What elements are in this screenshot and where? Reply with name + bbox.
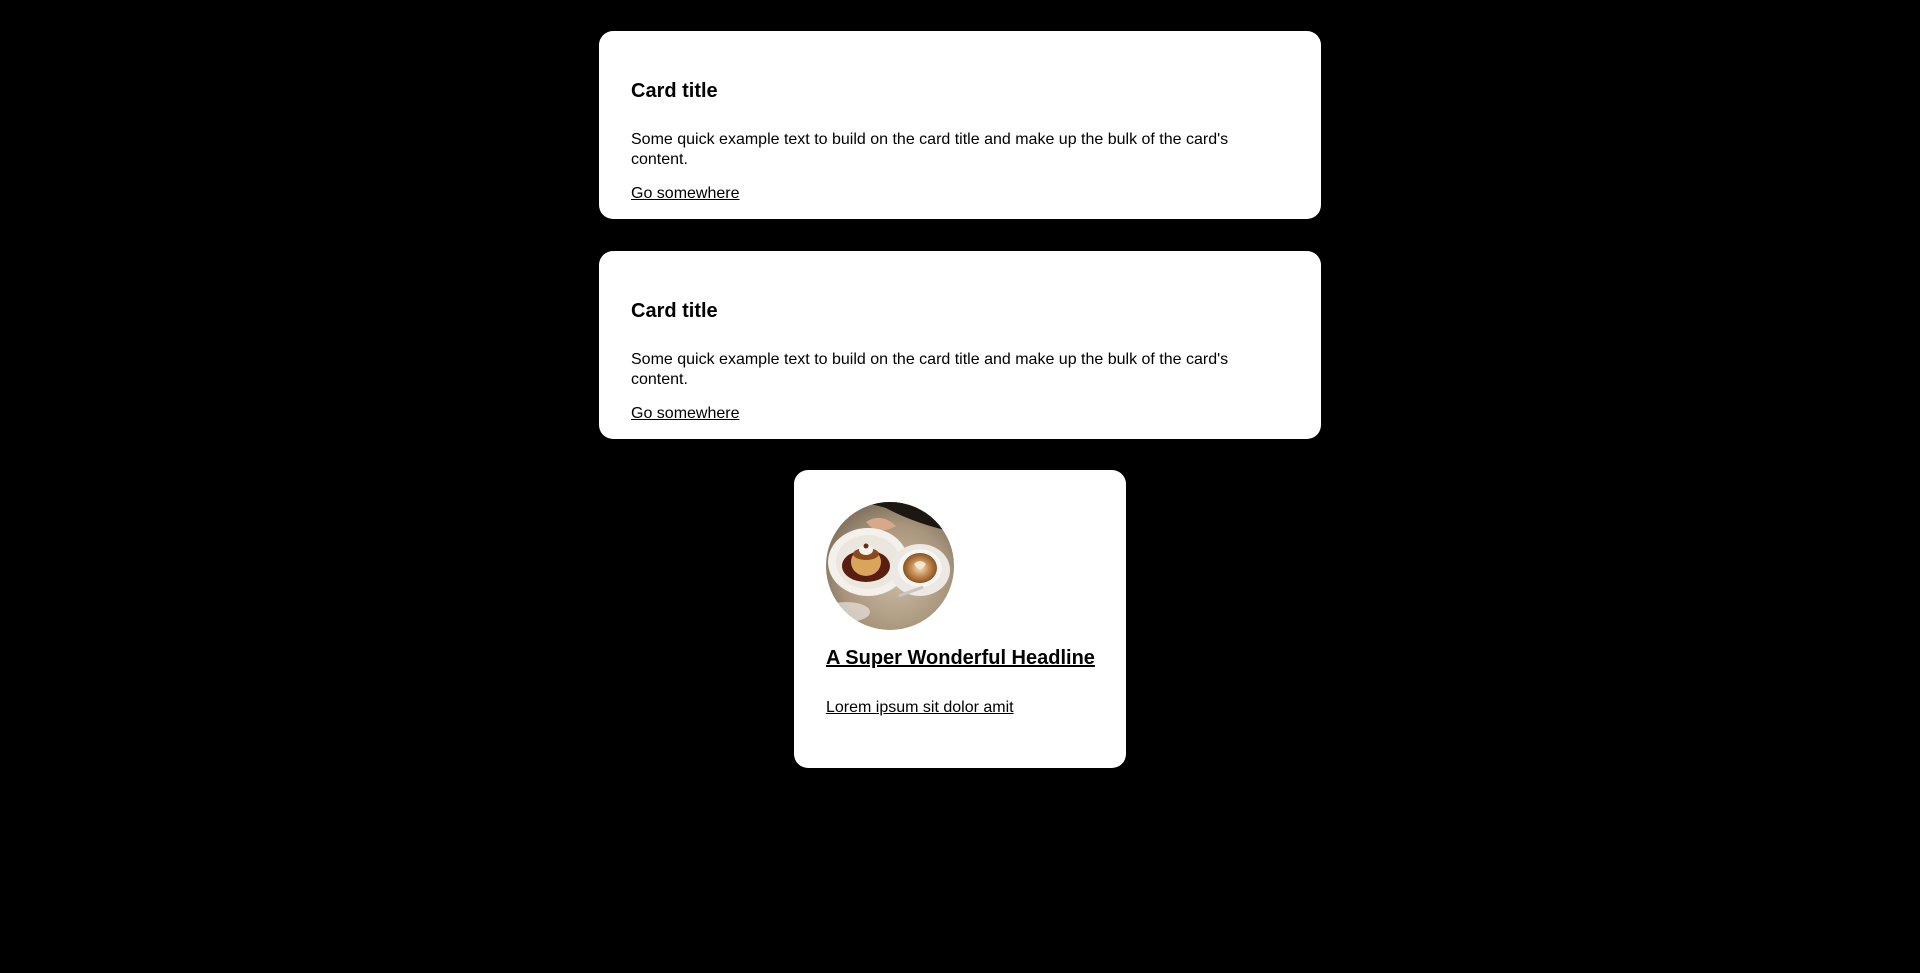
card-text: Some quick example text to build on the …	[631, 351, 1229, 388]
avatar-image	[826, 502, 954, 630]
headline-link[interactable]: A Super Wonderful Headline	[826, 644, 1095, 672]
card: Card title Some quick example text to bu…	[599, 251, 1321, 439]
card-text: Some quick example text to build on the …	[631, 131, 1229, 168]
card-title: Card title	[631, 300, 718, 322]
card-title: Card title	[631, 80, 718, 102]
card: Card title Some quick example text to bu…	[599, 31, 1321, 219]
coffee-dessert-photo	[826, 502, 954, 630]
page: Card title Some quick example text to bu…	[0, 0, 1920, 973]
subtext-link[interactable]: Lorem ipsum sit dolor amit	[826, 698, 1014, 718]
go-somewhere-link[interactable]: Go somewhere	[631, 404, 740, 424]
go-somewhere-link[interactable]: Go somewhere	[631, 184, 740, 204]
profile-card: A Super Wonderful Headline Lorem ipsum s…	[794, 470, 1126, 768]
